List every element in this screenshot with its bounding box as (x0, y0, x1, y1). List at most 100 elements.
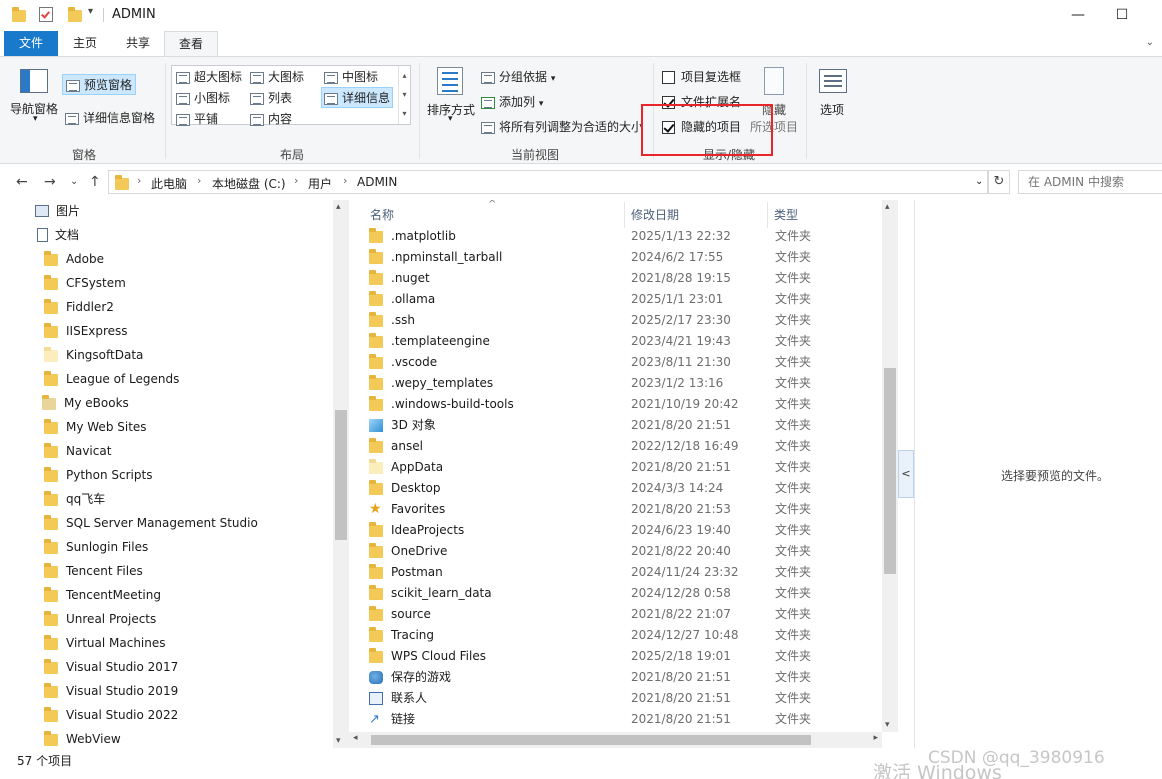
scroll-down-icon[interactable]: ▾ (336, 736, 341, 746)
column-divider[interactable] (767, 202, 768, 228)
options-button[interactable]: 选项 (820, 101, 844, 118)
search-box[interactable] (1018, 170, 1162, 194)
fit-columns-button[interactable]: 将所有列调整为合适的大小 (481, 118, 643, 135)
recent-locations-chevron-icon[interactable]: ⌄ (70, 176, 78, 187)
file-row[interactable]: ↗ 链接 2021/8/20 21:51 文件夹 (369, 709, 869, 730)
tab-file[interactable]: 文件 (4, 31, 58, 56)
file-row[interactable]: .ssh 2025/2/17 23:30 文件夹 (369, 310, 869, 331)
file-row[interactable]: .windows-build-tools 2021/10/19 20:42 文件夹 (369, 394, 869, 415)
group-by-button[interactable]: 分组依据 ▾ (481, 68, 555, 85)
file-row[interactable]: ansel 2022/12/18 16:49 文件夹 (369, 436, 869, 457)
new-folder-icon[interactable] (68, 7, 82, 22)
scrollbar-thumb[interactable] (335, 410, 347, 540)
file-row[interactable]: .ollama 2025/1/1 23:01 文件夹 (369, 289, 869, 310)
scroll-left-icon[interactable]: ◂ (353, 733, 358, 743)
add-columns-button[interactable]: 添加列 ▾ (481, 93, 543, 110)
file-row[interactable]: Desktop 2024/3/3 14:24 文件夹 (369, 478, 869, 499)
nav-item-adobe[interactable]: Adobe (44, 248, 334, 272)
breadcrumb-admin[interactable]: ADMIN (357, 175, 397, 189)
file-row[interactable]: .vscode 2023/8/11 21:30 文件夹 (369, 352, 869, 373)
up-arrow-icon[interactable]: ↑ (89, 174, 101, 190)
file-list-horizontal-scrollbar[interactable]: ◂ ▸ (349, 732, 882, 748)
nav-item-documents[interactable]: 文档 (37, 224, 327, 248)
chevron-right-icon[interactable]: › (294, 174, 298, 187)
nav-item-my-web-sites[interactable]: My Web Sites (44, 416, 334, 440)
file-row[interactable]: 3D 对象 2021/8/20 21:51 文件夹 (369, 415, 869, 436)
forward-arrow-icon[interactable]: → (44, 174, 56, 190)
layout-small-icons[interactable]: 小图标 (176, 89, 230, 106)
layout-content[interactable]: 内容 (250, 110, 292, 127)
file-row[interactable]: scikit_learn_data 2024/12/28 0:58 文件夹 (369, 583, 869, 604)
file-row[interactable]: OneDrive 2021/8/22 20:40 文件夹 (369, 541, 869, 562)
customize-quick-access-icon[interactable]: ▾ (88, 6, 93, 17)
file-row[interactable]: ★ Favorites 2021/8/20 21:53 文件夹 (369, 499, 869, 520)
tab-view[interactable]: 查看 (164, 31, 218, 57)
search-input[interactable] (1019, 171, 1162, 193)
scroll-up-icon[interactable]: ▴ (336, 202, 341, 212)
file-row[interactable]: 保存的游戏 2021/8/20 21:51 文件夹 (369, 667, 869, 688)
properties-icon[interactable] (39, 7, 53, 22)
file-row[interactable]: 联系人 2021/8/20 21:51 文件夹 (369, 688, 869, 709)
refresh-icon[interactable]: ↻ (988, 170, 1010, 194)
nav-item-virtual-machines[interactable]: Virtual Machines (44, 632, 334, 656)
back-arrow-icon[interactable]: ← (16, 174, 28, 190)
nav-item-my-ebooks[interactable]: My eBooks (42, 392, 332, 416)
nav-item-vs2017[interactable]: Visual Studio 2017 (44, 656, 334, 680)
column-header-type[interactable]: 类型 (774, 206, 798, 223)
minimize-button[interactable]: — (1063, 4, 1093, 26)
nav-item-tencent-files[interactable]: Tencent Files (44, 560, 334, 584)
chevron-right-icon[interactable]: › (197, 174, 201, 187)
file-list-vertical-scrollbar[interactable]: ▴ ▾ (882, 200, 898, 732)
layout-large-icons[interactable]: 大图标 (250, 68, 304, 85)
layout-list[interactable]: 列表 (250, 89, 292, 106)
chevron-down-icon[interactable]: ▾ (448, 114, 453, 124)
nav-item-sunlogin-files[interactable]: Sunlogin Files (44, 536, 334, 560)
file-row[interactable]: .nuget 2021/8/28 19:15 文件夹 (369, 268, 869, 289)
scrollbar-thumb[interactable] (371, 735, 811, 745)
tab-share[interactable]: 共享 (112, 31, 164, 56)
nav-item-vs2019[interactable]: Visual Studio 2019 (44, 680, 334, 704)
scroll-right-icon[interactable]: ▸ (873, 733, 878, 743)
nav-item-fiddler2[interactable]: Fiddler2 (44, 296, 334, 320)
breadcrumb-users[interactable]: 用户 (308, 175, 332, 192)
file-row[interactable]: Postman 2024/11/24 23:32 文件夹 (369, 562, 869, 583)
nav-item-webview[interactable]: WebView (44, 728, 334, 748)
nav-item-cfsystem[interactable]: CFSystem (44, 272, 334, 296)
nav-item-unreal-projects[interactable]: Unreal Projects (44, 608, 334, 632)
chevron-left-icon[interactable]: < (898, 450, 914, 498)
chevron-right-icon[interactable]: › (343, 174, 347, 187)
column-header-modified[interactable]: 修改日期 (631, 206, 679, 223)
nav-item-vs2022[interactable]: Visual Studio 2022 (44, 704, 334, 728)
item-checkboxes-toggle[interactable]: 项目复选框 (662, 68, 741, 85)
file-row[interactable]: WPS Cloud Files 2025/2/18 19:01 文件夹 (369, 646, 869, 667)
scroll-up-icon[interactable]: ▴ (885, 202, 890, 212)
nav-item-tencentmeeting[interactable]: TencentMeeting (44, 584, 334, 608)
file-row[interactable]: .matplotlib 2025/1/13 22:32 文件夹 (369, 226, 869, 247)
breadcrumb-this-pc[interactable]: 此电脑 (151, 175, 187, 192)
nav-item-sql-server[interactable]: SQL Server Management Studio (44, 512, 334, 536)
chevron-down-icon[interactable]: ▾ (33, 114, 38, 124)
file-row[interactable]: .npminstall_tarball 2024/6/2 17:55 文件夹 (369, 247, 869, 268)
chevron-down-icon[interactable]: ⌄ (1146, 37, 1154, 48)
nav-item-navicat[interactable]: Navicat (44, 440, 334, 464)
file-row[interactable]: source 2021/8/22 21:07 文件夹 (369, 604, 869, 625)
preview-pane-button[interactable]: 预览窗格 (62, 74, 137, 95)
layout-extra-large-icons[interactable]: 超大图标 (176, 68, 242, 85)
column-divider[interactable] (624, 202, 625, 228)
nav-item-qq-speed[interactable]: qq飞车 (44, 488, 334, 512)
layout-details[interactable]: 详细信息 (321, 87, 394, 108)
file-row[interactable]: IdeaProjects 2024/6/23 19:40 文件夹 (369, 520, 869, 541)
column-header-name[interactable]: 名称 (370, 206, 394, 223)
details-pane-button[interactable]: 详细信息窗格 (65, 109, 155, 126)
nav-item-league-of-legends[interactable]: League of Legends (44, 368, 334, 392)
scroll-down-icon[interactable]: ▾ (885, 720, 890, 730)
navigation-scrollbar[interactable]: ▴ ▾ (333, 200, 349, 748)
tab-home[interactable]: 主页 (62, 31, 108, 56)
chevron-right-icon[interactable]: › (137, 174, 141, 187)
nav-item-pictures[interactable]: 图片 (35, 200, 325, 224)
scrollbar-thumb[interactable] (884, 368, 896, 574)
address-box[interactable]: › 此电脑 › 本地磁盘 (C:) › 用户 › ADMIN ⌄ (108, 170, 988, 194)
nav-item-iisexpress[interactable]: IISExpress (44, 320, 334, 344)
layout-tiles[interactable]: 平铺 (176, 110, 218, 127)
layout-medium-icons[interactable]: 中图标 (324, 68, 378, 85)
